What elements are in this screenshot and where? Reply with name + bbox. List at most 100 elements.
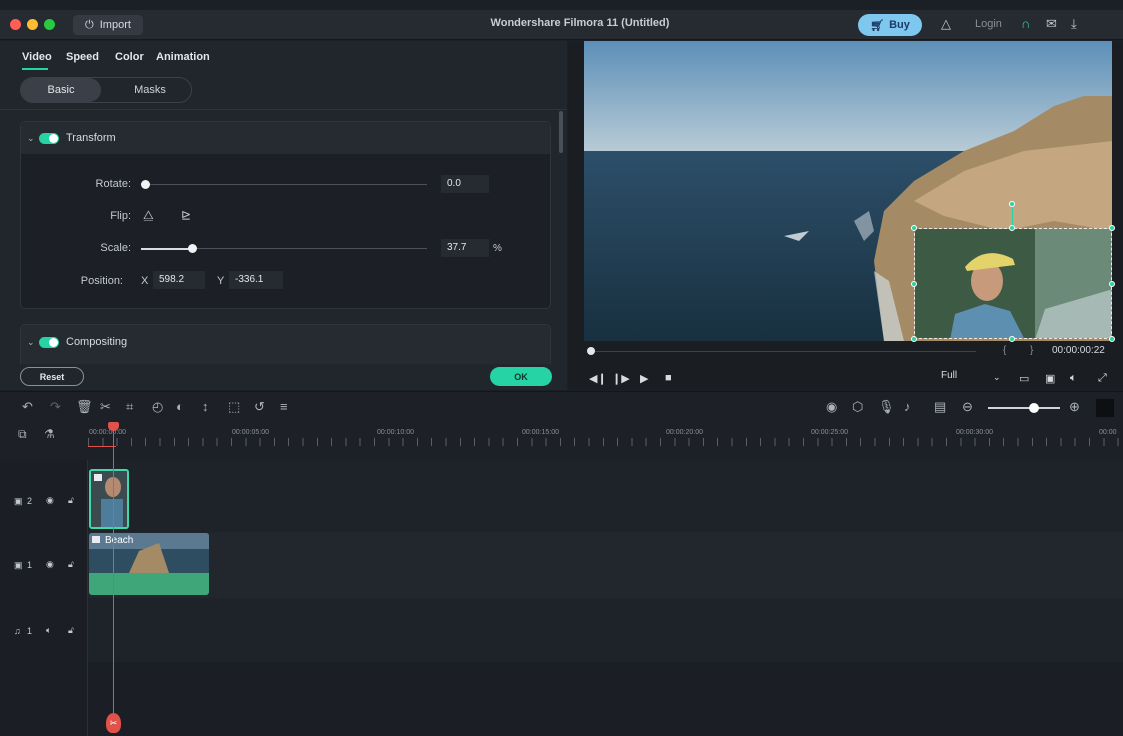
ruler-label: 00:00:25:00 bbox=[811, 429, 848, 436]
mark-in-icon[interactable]: { bbox=[1003, 345, 1006, 356]
cut-icon[interactable]: ✂ bbox=[100, 399, 111, 415]
playhead-handle[interactable] bbox=[108, 422, 119, 431]
track-audio-1[interactable] bbox=[88, 598, 1123, 662]
crop-icon[interactable]: ⌗ bbox=[126, 399, 133, 415]
fit-icon[interactable]: ⬚ bbox=[228, 399, 240, 415]
tab-video[interactable]: Video bbox=[22, 51, 52, 63]
redo-icon[interactable]: ↷ bbox=[50, 399, 61, 415]
buy-button[interactable]: 🛒︎ Buy bbox=[858, 14, 922, 36]
eye-icon[interactable]: ◉ bbox=[46, 559, 54, 570]
speed-icon[interactable]: ◴ bbox=[152, 399, 163, 415]
play-icon[interactable]: ▶ bbox=[640, 372, 648, 385]
pip-overlay-clip[interactable] bbox=[914, 228, 1112, 339]
mark-out-icon[interactable]: } bbox=[1030, 345, 1033, 356]
position-x-value[interactable]: 598.2 bbox=[153, 271, 205, 289]
zoom-out-icon[interactable]: ⊖ bbox=[962, 399, 973, 415]
freeze-frame-icon[interactable]: ↕ bbox=[202, 399, 209, 414]
tab-color[interactable]: Color bbox=[115, 51, 144, 63]
stop-icon[interactable]: ■ bbox=[665, 372, 672, 384]
rotate-slider-track[interactable] bbox=[141, 184, 427, 185]
panel-scrollbar[interactable] bbox=[559, 111, 563, 153]
render-icon[interactable]: ◉ bbox=[826, 399, 837, 415]
previous-frame-icon[interactable]: ◀❙ bbox=[589, 372, 607, 385]
resize-handle-bm[interactable] bbox=[1009, 336, 1015, 342]
ai-icon[interactable]: ↺ bbox=[254, 399, 265, 415]
mail-icon[interactable]: ✉ bbox=[1046, 16, 1057, 32]
timeline-clip-cyclist[interactable] bbox=[89, 469, 129, 529]
resize-handle-bl[interactable] bbox=[911, 336, 917, 342]
lock-icon[interactable]: 🔓︎ bbox=[68, 495, 74, 506]
marker-icon[interactable]: ⬡ bbox=[852, 399, 863, 415]
link-icon[interactable]: ⚗ bbox=[44, 427, 55, 441]
scale-slider-knob[interactable] bbox=[188, 244, 198, 253]
segment-masks[interactable]: Masks bbox=[107, 78, 193, 102]
undo-icon[interactable]: ↶ bbox=[22, 399, 33, 415]
download-icon[interactable]: ⤓ bbox=[1071, 16, 1077, 32]
preview-scrubber-knob[interactable] bbox=[587, 347, 595, 355]
timeline-ruler[interactable]: ⧉ ⚗ 00:00:00:00 00:00:05:00 00:00:10:00 … bbox=[0, 424, 1123, 460]
support-headset-icon[interactable]: ∩ bbox=[1021, 16, 1030, 31]
track-number: 1 bbox=[27, 560, 33, 570]
display-icon[interactable]: ▭ bbox=[1019, 372, 1029, 385]
login-link[interactable]: Login bbox=[975, 18, 1002, 30]
flip-horizontal-icon[interactable]: ⧋ bbox=[143, 208, 154, 223]
tab-speed[interactable]: Speed bbox=[66, 51, 99, 63]
delete-icon[interactable]: 🗑︎ bbox=[76, 399, 93, 415]
quality-select[interactable]: Full bbox=[941, 370, 957, 381]
zoom-slider-knob[interactable] bbox=[1029, 403, 1039, 413]
chevron-down-icon[interactable]: ⌄ bbox=[993, 372, 1001, 383]
rotate-slider-knob[interactable] bbox=[141, 180, 150, 189]
lock-icon[interactable]: 🔓︎ bbox=[68, 559, 74, 570]
rotate-value[interactable]: 0.0 bbox=[441, 175, 489, 193]
compositing-section[interactable]: ⌄ Compositing bbox=[20, 324, 551, 364]
snapshot-icon[interactable]: ▣ bbox=[1045, 372, 1055, 385]
color-icon[interactable]: ◐ bbox=[176, 399, 184, 414]
add-track-icon[interactable]: ⧉ bbox=[18, 427, 27, 442]
resize-handle-ml[interactable] bbox=[911, 281, 917, 287]
fullscreen-icon[interactable]: ⤢ bbox=[1098, 372, 1107, 385]
compositing-toggle[interactable] bbox=[39, 337, 59, 348]
reset-button[interactable]: Reset bbox=[20, 367, 84, 386]
track-empty[interactable] bbox=[88, 662, 1123, 736]
segment-basic[interactable]: Basic bbox=[21, 78, 101, 102]
resize-handle-br[interactable] bbox=[1109, 336, 1115, 342]
ruler-label: 00:00:15:00 bbox=[522, 429, 559, 436]
resize-handle-tr[interactable] bbox=[1109, 225, 1115, 231]
import-button[interactable]: ⏻ Import bbox=[73, 15, 143, 35]
ruler-label: 00:00 bbox=[1099, 429, 1117, 436]
playhead-line[interactable] bbox=[113, 430, 114, 720]
resize-handle-tm[interactable] bbox=[1009, 225, 1015, 231]
track-video-1[interactable] bbox=[88, 532, 1123, 598]
ok-button[interactable]: OK bbox=[490, 367, 552, 386]
zoom-in-icon[interactable]: ⊕ bbox=[1069, 399, 1080, 415]
microphone-icon[interactable]: 🎙︎ bbox=[878, 399, 895, 415]
next-frame-icon[interactable]: ❙▶ bbox=[612, 372, 630, 385]
transform-toggle[interactable] bbox=[39, 133, 59, 144]
layout-toggle[interactable] bbox=[1096, 399, 1114, 417]
minimize-window-button[interactable] bbox=[27, 19, 38, 30]
speaker-icon[interactable]: 🔈︎ bbox=[46, 625, 51, 636]
audio-mix-icon[interactable]: ♪ bbox=[904, 399, 911, 414]
cloud-icon[interactable]: △ bbox=[941, 16, 951, 32]
flip-vertical-icon[interactable]: ⊵ bbox=[181, 208, 191, 222]
chevron-down-icon[interactable]: ⌄ bbox=[27, 133, 35, 144]
lock-icon[interactable]: 🔓︎ bbox=[68, 625, 74, 636]
tab-animation[interactable]: Animation bbox=[156, 51, 210, 63]
resize-handle-tl[interactable] bbox=[911, 225, 917, 231]
timeline-clip-beach[interactable]: Beach bbox=[89, 533, 209, 595]
position-y-value[interactable]: -336.1 bbox=[229, 271, 283, 289]
scissors-icon[interactable]: ✂ bbox=[106, 713, 121, 733]
audio-adjust-icon[interactable]: ≡ bbox=[280, 399, 288, 414]
maximize-window-button[interactable] bbox=[44, 19, 55, 30]
scale-value[interactable]: 37.7 bbox=[441, 239, 489, 257]
close-window-button[interactable] bbox=[10, 19, 21, 30]
volume-icon[interactable]: 🔈︎ bbox=[1070, 372, 1077, 385]
zoom-slider-track[interactable] bbox=[988, 407, 1060, 409]
subtitle-icon[interactable]: ▤ bbox=[934, 399, 946, 415]
chevron-down-icon[interactable]: ⌄ bbox=[27, 337, 35, 348]
resize-handle-mr[interactable] bbox=[1109, 281, 1115, 287]
preview-scrubber-track[interactable] bbox=[590, 351, 976, 352]
eye-icon[interactable]: ◉ bbox=[46, 495, 54, 506]
track-video-2[interactable] bbox=[88, 460, 1123, 532]
transform-header[interactable]: ⌄ Transform bbox=[21, 122, 550, 154]
